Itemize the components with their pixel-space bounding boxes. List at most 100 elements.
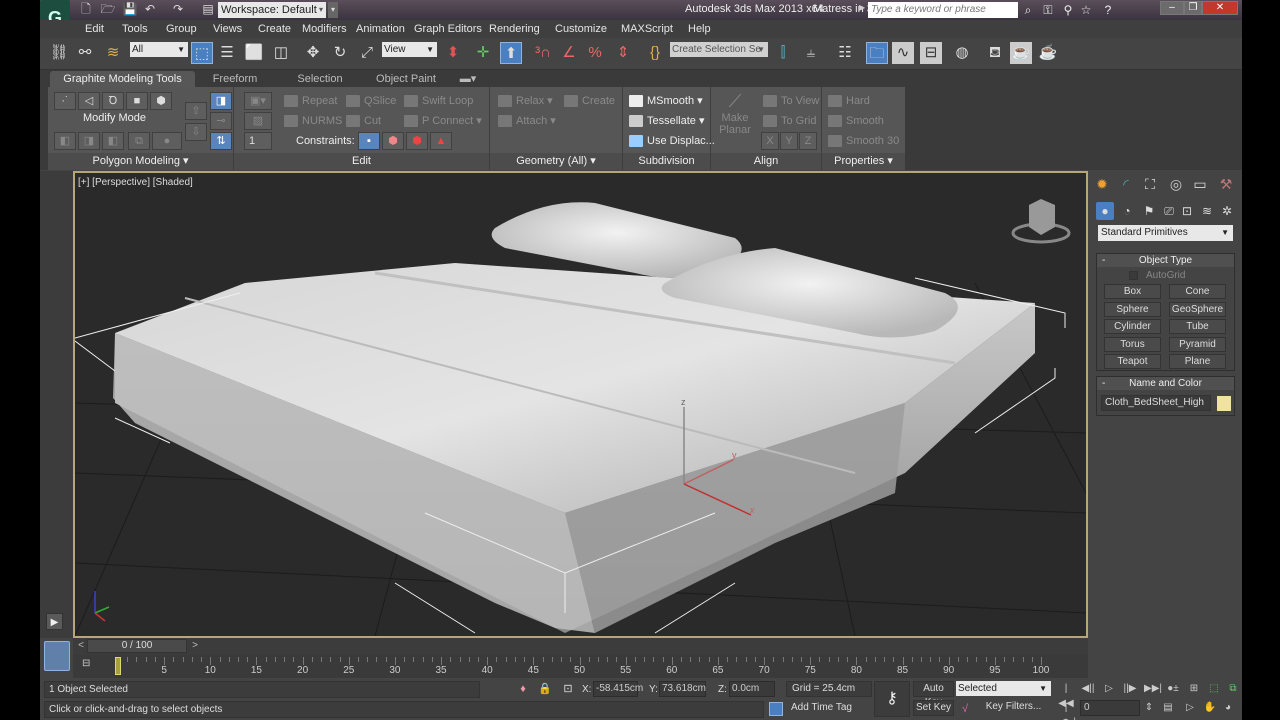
pivot-center-icon[interactable]: ⬍ <box>442 42 464 64</box>
tube-button[interactable]: Tube <box>1169 319 1226 334</box>
systems-icon[interactable]: ✲ <box>1218 202 1236 220</box>
select-object-icon[interactable]: ⬚ <box>191 42 213 64</box>
z-coordinate-field[interactable]: 0.0cm <box>729 681 775 697</box>
orbit-icon[interactable]: ◕ <box>1220 700 1236 715</box>
scene-explorer-icon[interactable]: 🗀 <box>866 42 888 64</box>
object-type-header[interactable]: - Object Type <box>1097 254 1234 267</box>
to-view-button[interactable]: To View <box>763 93 819 109</box>
polygon-modeling-label[interactable]: Polygon Modeling ▾ <box>48 153 233 170</box>
menu-views[interactable]: Views <box>213 23 242 35</box>
snaps-toggle-icon[interactable]: ³∩ <box>532 42 554 64</box>
next-key-icon[interactable]: ||▶ <box>1122 681 1138 696</box>
tessellate-button[interactable]: Tessellate ▾ <box>629 113 705 129</box>
minimize-button[interactable]: – <box>1160 1 1184 15</box>
element-icon[interactable]: ⬢ <box>150 92 172 110</box>
schematic-view-icon[interactable]: ⊟ <box>920 42 942 64</box>
menu-help[interactable]: Help <box>688 23 711 35</box>
zoom-icon[interactable]: ●± <box>1165 681 1181 696</box>
satellite-icon[interactable]: ⚲ <box>1060 2 1076 18</box>
use-soft-selection-icon[interactable]: ⇩ <box>185 123 207 141</box>
move-icon[interactable]: ✥ <box>302 42 324 64</box>
make-planar-button[interactable]: ⟋ Make Planar <box>717 91 753 149</box>
zoom-extents-icon[interactable]: ⬚ <box>1206 681 1222 696</box>
shapes-icon[interactable]: ◔ <box>1118 202 1136 220</box>
curve-editor-icon[interactable]: ∿ <box>892 42 914 64</box>
align-z-button[interactable]: Z <box>799 132 817 150</box>
key-mode-dropdown[interactable]: Selected ▼ <box>956 681 1051 696</box>
menu-edit[interactable]: Edit <box>85 23 104 35</box>
restore-button[interactable]: ❐ <box>1184 1 1202 15</box>
isolate-selection-icon[interactable]: ♦ <box>516 682 530 696</box>
tab-freeform[interactable]: Freeform <box>200 71 270 88</box>
undo-icon[interactable]: ↶ <box>142 2 158 17</box>
previous-modifier-icon[interactable]: ◧ <box>54 132 76 150</box>
render-production-icon[interactable]: ☕ <box>1037 42 1059 64</box>
viewport-label[interactable]: [+] [Perspective] [Shaded] <box>78 177 193 188</box>
iterations-spinner[interactable]: 1 <box>244 132 272 150</box>
x-coordinate-field[interactable]: -58.415cm <box>593 681 643 697</box>
cut-button[interactable]: Cut <box>346 113 381 129</box>
save-icon[interactable]: 💾 <box>122 2 138 17</box>
align-icon[interactable]: ⫨ <box>800 42 822 64</box>
constraint-none-icon[interactable]: ▪ <box>358 132 380 150</box>
selection-filter-dropdown[interactable]: All ▼ <box>130 42 188 57</box>
swift-loop-button[interactable]: Swift Loop <box>404 93 473 109</box>
motion-tab-icon[interactable]: ◎ <box>1166 174 1186 194</box>
default-in-out-tangent-icon[interactable]: √ <box>958 702 972 716</box>
absolute-mode-icon[interactable]: ⊡ <box>561 682 575 696</box>
geosphere-button[interactable]: GeoSphere <box>1169 302 1226 317</box>
time-slider-thumb[interactable]: 0 / 100 <box>87 639 187 653</box>
expand-search-icon[interactable]: ▶ <box>859 3 865 12</box>
tab-selection[interactable]: Selection <box>280 71 360 88</box>
preserve-uv-icon[interactable]: ▣▾ <box>244 92 272 110</box>
align-x-button[interactable]: X <box>761 132 779 150</box>
track-bar-menu-icon[interactable]: ⊟ <box>82 658 98 672</box>
vertex-icon[interactable]: ·˙ <box>54 92 76 110</box>
named-selection-dropdown[interactable]: Create Selection Se ▼ <box>670 42 768 57</box>
pan-view-icon[interactable]: ✋ <box>1202 700 1218 715</box>
go-to-start-icon[interactable]: |◀◀ <box>1058 681 1074 709</box>
scale-icon[interactable]: ⤢ <box>356 42 378 64</box>
constraint-edge-icon[interactable]: ⬢ <box>382 132 404 150</box>
tab-graphite-modeling-tools[interactable]: Graphite Modeling Tools <box>50 71 195 88</box>
menu-animation[interactable]: Animation <box>356 23 405 35</box>
preserve-uvs-icon[interactable]: ⧉ <box>128 132 150 150</box>
viewcube-cube[interactable] <box>1029 199 1055 235</box>
next-modifier-icon[interactable]: ◨ <box>78 132 100 150</box>
binoculars-icon[interactable]: ⌕ <box>1020 2 1036 18</box>
properties-label[interactable]: Properties ▾ <box>822 153 905 170</box>
workspace-dropdown[interactable]: Workspace: Default ▾ <box>218 2 326 18</box>
show-cage-icon[interactable]: ◨ <box>210 92 232 110</box>
torus-button[interactable]: Torus <box>1104 337 1161 352</box>
perspective-viewport[interactable]: z y x [+] [Perspective] [Shaded] <box>73 171 1088 638</box>
ribbon-minimize-button[interactable]: ▬▾ <box>455 71 481 88</box>
rendered-frame-window-icon[interactable]: ☕ <box>1010 42 1032 64</box>
select-manipulate-icon[interactable]: ✛ <box>472 42 494 64</box>
teapot-button[interactable]: Teapot <box>1104 354 1161 369</box>
zoom-extents-all-icon[interactable]: ⧉ <box>1225 681 1241 696</box>
name-and-color-header[interactable]: - Name and Color <box>1097 377 1234 390</box>
current-frame-field[interactable]: 0 <box>1080 700 1140 716</box>
smooth-button[interactable]: Smooth <box>828 113 884 129</box>
helpers-icon[interactable]: ⊡ <box>1178 202 1196 220</box>
create-button[interactable]: Create <box>564 93 615 109</box>
repeat-button[interactable]: Repeat <box>284 93 337 109</box>
qslice-button[interactable]: QSlice <box>346 93 396 109</box>
menu-rendering[interactable]: Rendering <box>489 23 540 35</box>
play-icon[interactable]: ▷ <box>1101 681 1117 696</box>
add-time-tag-button[interactable]: Add Time Tag <box>786 701 872 717</box>
relax-button[interactable]: Relax ▾ <box>498 93 553 109</box>
create-tab-icon[interactable]: ✹ <box>1092 174 1112 194</box>
current-frame-marker[interactable] <box>115 657 121 675</box>
next-frame-button[interactable]: > <box>189 640 201 653</box>
track-bar[interactable]: ⊟ 05101520253035404550556065707580859095… <box>73 655 1088 678</box>
auto-key-button[interactable]: Auto Key <box>913 681 954 708</box>
open-file-icon[interactable]: 🗁 <box>100 2 116 17</box>
menu-maxscript[interactable]: MAXScript <box>621 23 673 35</box>
align-y-button[interactable]: Y <box>780 132 798 150</box>
project-folder-icon[interactable]: ▤ <box>200 2 216 17</box>
reference-coord-dropdown[interactable]: View ▼ <box>382 42 437 57</box>
space-warps-icon[interactable]: ≋ <box>1198 202 1216 220</box>
show-end-result-icon[interactable]: ● <box>152 132 182 150</box>
attach-button[interactable]: Attach ▾ <box>498 113 556 129</box>
